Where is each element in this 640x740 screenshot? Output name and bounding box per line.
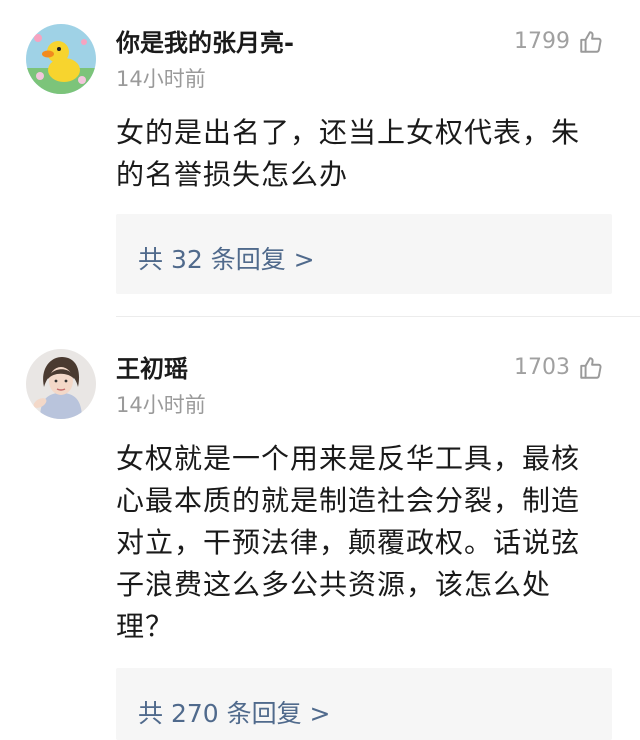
- comment-line: 心最本质的就是制造社会分裂，制造: [116, 484, 581, 517]
- like-count: 1799: [514, 29, 570, 54]
- comment-item: 王初瑶 14小时前 1703 女权就是一个用来是反华工具，最核 心最本质的就是制…: [0, 317, 640, 740]
- reply-count-link[interactable]: 共 32 条回复 >: [138, 240, 315, 276]
- timestamp: 14小时前: [116, 393, 206, 417]
- comment-line: 理？: [116, 610, 175, 643]
- username[interactable]: 你是我的张月亮-: [116, 28, 294, 58]
- comment-line: 的名誉损失怎么办: [116, 158, 349, 191]
- woman-portrait-avatar-icon: [26, 349, 96, 419]
- view-replies-button[interactable]: 共 270 条回复 >: [116, 668, 612, 740]
- comment-text: 女的是出名了，还当上女权代表，朱 的名誉损失怎么办: [116, 112, 616, 196]
- comment-line: 女权就是一个用来是反华工具，最核: [116, 442, 581, 475]
- comment-line: 子浪费这么多公共资源，该怎么处: [116, 568, 552, 601]
- thumbs-up-icon: [578, 355, 604, 381]
- view-replies-button[interactable]: 共 32 条回复 >: [116, 214, 612, 294]
- like-button[interactable]: 1799: [514, 28, 604, 56]
- reply-count-link[interactable]: 共 270 条回复 >: [138, 694, 331, 730]
- timestamp: 14小时前: [116, 67, 206, 91]
- like-button[interactable]: 1703: [514, 354, 604, 382]
- comment-text: 女权就是一个用来是反华工具，最核 心最本质的就是制造社会分裂，制造 对立，干预法…: [116, 438, 616, 648]
- comment-item: 你是我的张月亮- 14小时前 1799 女的是出名了，还当上女权代表，朱 的名誉…: [0, 0, 640, 316]
- avatar[interactable]: [26, 349, 96, 419]
- username[interactable]: 王初瑶: [116, 354, 188, 384]
- comment-line: 女的是出名了，还当上女权代表，朱: [116, 116, 581, 149]
- thumbs-up-icon: [578, 29, 604, 55]
- like-count: 1703: [514, 355, 570, 380]
- avatar[interactable]: [26, 24, 96, 94]
- comment-line: 对立，干预法律，颠覆政权。话说弦: [116, 526, 581, 559]
- duck-avatar-icon: [26, 24, 96, 94]
